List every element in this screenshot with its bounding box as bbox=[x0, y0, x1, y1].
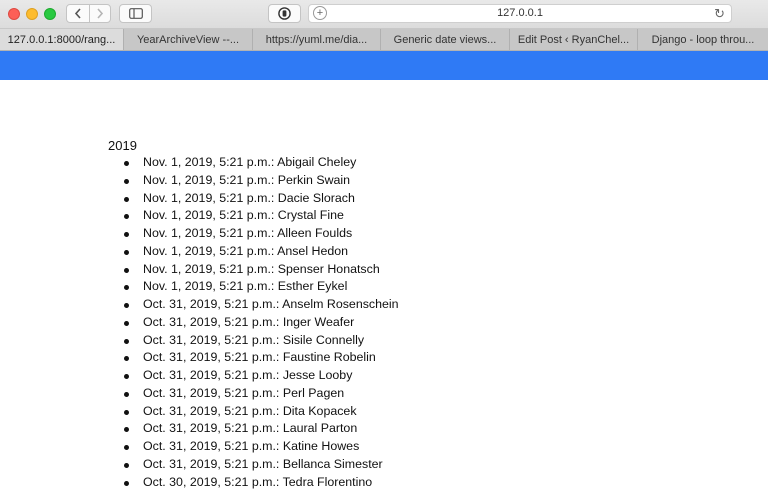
browser-toolbar: + 127.0.0.1 ↻ bbox=[0, 0, 768, 29]
list-item: Oct. 31, 2019, 5:21 p.m.: Dita Kopacek bbox=[143, 403, 399, 421]
address-url: 127.0.0.1 bbox=[309, 7, 731, 19]
entry-list: Nov. 1, 2019, 5:21 p.m.: Abigail Cheley … bbox=[108, 154, 399, 491]
navigation-buttons bbox=[66, 4, 111, 23]
privacy-report-icon bbox=[278, 7, 291, 20]
tab-label: https://yuml.me/dia... bbox=[266, 34, 367, 46]
tab-label: YearArchiveView --... bbox=[137, 34, 239, 46]
list-item: Nov. 1, 2019, 5:21 p.m.: Dacie Slorach bbox=[143, 190, 399, 208]
tab-label: Generic date views... bbox=[394, 34, 497, 46]
forward-button[interactable] bbox=[89, 5, 111, 22]
tab-4[interactable]: Generic date views... bbox=[381, 29, 510, 50]
page-header-bar bbox=[0, 51, 768, 80]
list-item: Oct. 31, 2019, 5:21 p.m.: Faustine Robel… bbox=[143, 349, 399, 367]
tab-5[interactable]: Edit Post ‹ RyanChel... bbox=[510, 29, 638, 50]
close-window-button[interactable] bbox=[8, 8, 20, 20]
back-button[interactable] bbox=[67, 5, 90, 22]
list-item: Oct. 31, 2019, 5:21 p.m.: Inger Weafer bbox=[143, 314, 399, 332]
list-item: Oct. 31, 2019, 5:21 p.m.: Laural Parton bbox=[143, 420, 399, 438]
list-item: Oct. 31, 2019, 5:21 p.m.: Katine Howes bbox=[143, 438, 399, 456]
minimize-window-button[interactable] bbox=[26, 8, 38, 20]
address-bar[interactable]: + 127.0.0.1 ↻ bbox=[308, 4, 732, 23]
tab-bar: 127.0.0.1:8000/rang... YearArchiveView -… bbox=[0, 29, 768, 51]
tab-1[interactable]: 127.0.0.1:8000/rang... bbox=[0, 29, 124, 50]
tab-label: Django - loop throu... bbox=[652, 34, 755, 46]
list-item: Nov. 1, 2019, 5:21 p.m.: Alleen Foulds bbox=[143, 225, 399, 243]
list-item: Oct. 31, 2019, 5:21 p.m.: Bellanca Simes… bbox=[143, 456, 399, 474]
tab-3[interactable]: https://yuml.me/dia... bbox=[253, 29, 381, 50]
list-item: Oct. 31, 2019, 5:21 p.m.: Jesse Looby bbox=[143, 367, 399, 385]
list-item: Nov. 1, 2019, 5:21 p.m.: Spenser Honatsc… bbox=[143, 261, 399, 279]
tab-label: Edit Post ‹ RyanChel... bbox=[518, 34, 629, 46]
list-item: Oct. 31, 2019, 5:21 p.m.: Anselm Rosensc… bbox=[143, 296, 399, 314]
sidebar-button[interactable] bbox=[119, 4, 152, 23]
list-item: Nov. 1, 2019, 5:21 p.m.: Abigail Cheley bbox=[143, 154, 399, 172]
zoom-window-button[interactable] bbox=[44, 8, 56, 20]
tab-label: 127.0.0.1:8000/rang... bbox=[8, 34, 116, 46]
archive-content: 2019 Nov. 1, 2019, 5:21 p.m.: Abigail Ch… bbox=[108, 137, 399, 491]
list-item: Nov. 1, 2019, 5:21 p.m.: Crystal Fine bbox=[143, 207, 399, 225]
year-heading: 2019 bbox=[108, 137, 399, 154]
privacy-report-button[interactable] bbox=[268, 4, 301, 23]
chevron-left-icon bbox=[74, 8, 82, 19]
list-item: Nov. 1, 2019, 5:21 p.m.: Ansel Hedon bbox=[143, 243, 399, 261]
tab-6[interactable]: Django - loop throu... bbox=[638, 29, 768, 50]
chevron-right-icon bbox=[96, 8, 104, 19]
list-item: Nov. 1, 2019, 5:21 p.m.: Perkin Swain bbox=[143, 172, 399, 190]
sidebar-icon bbox=[129, 8, 143, 19]
tab-2[interactable]: YearArchiveView --... bbox=[124, 29, 253, 50]
reload-icon[interactable]: ↻ bbox=[714, 6, 725, 22]
list-item: Oct. 30, 2019, 5:21 p.m.: Tedra Florenti… bbox=[143, 474, 399, 491]
list-item: Oct. 31, 2019, 5:21 p.m.: Sisile Connell… bbox=[143, 332, 399, 350]
list-item: Nov. 1, 2019, 5:21 p.m.: Esther Eykel bbox=[143, 278, 399, 296]
list-item: Oct. 31, 2019, 5:21 p.m.: Perl Pagen bbox=[143, 385, 399, 403]
